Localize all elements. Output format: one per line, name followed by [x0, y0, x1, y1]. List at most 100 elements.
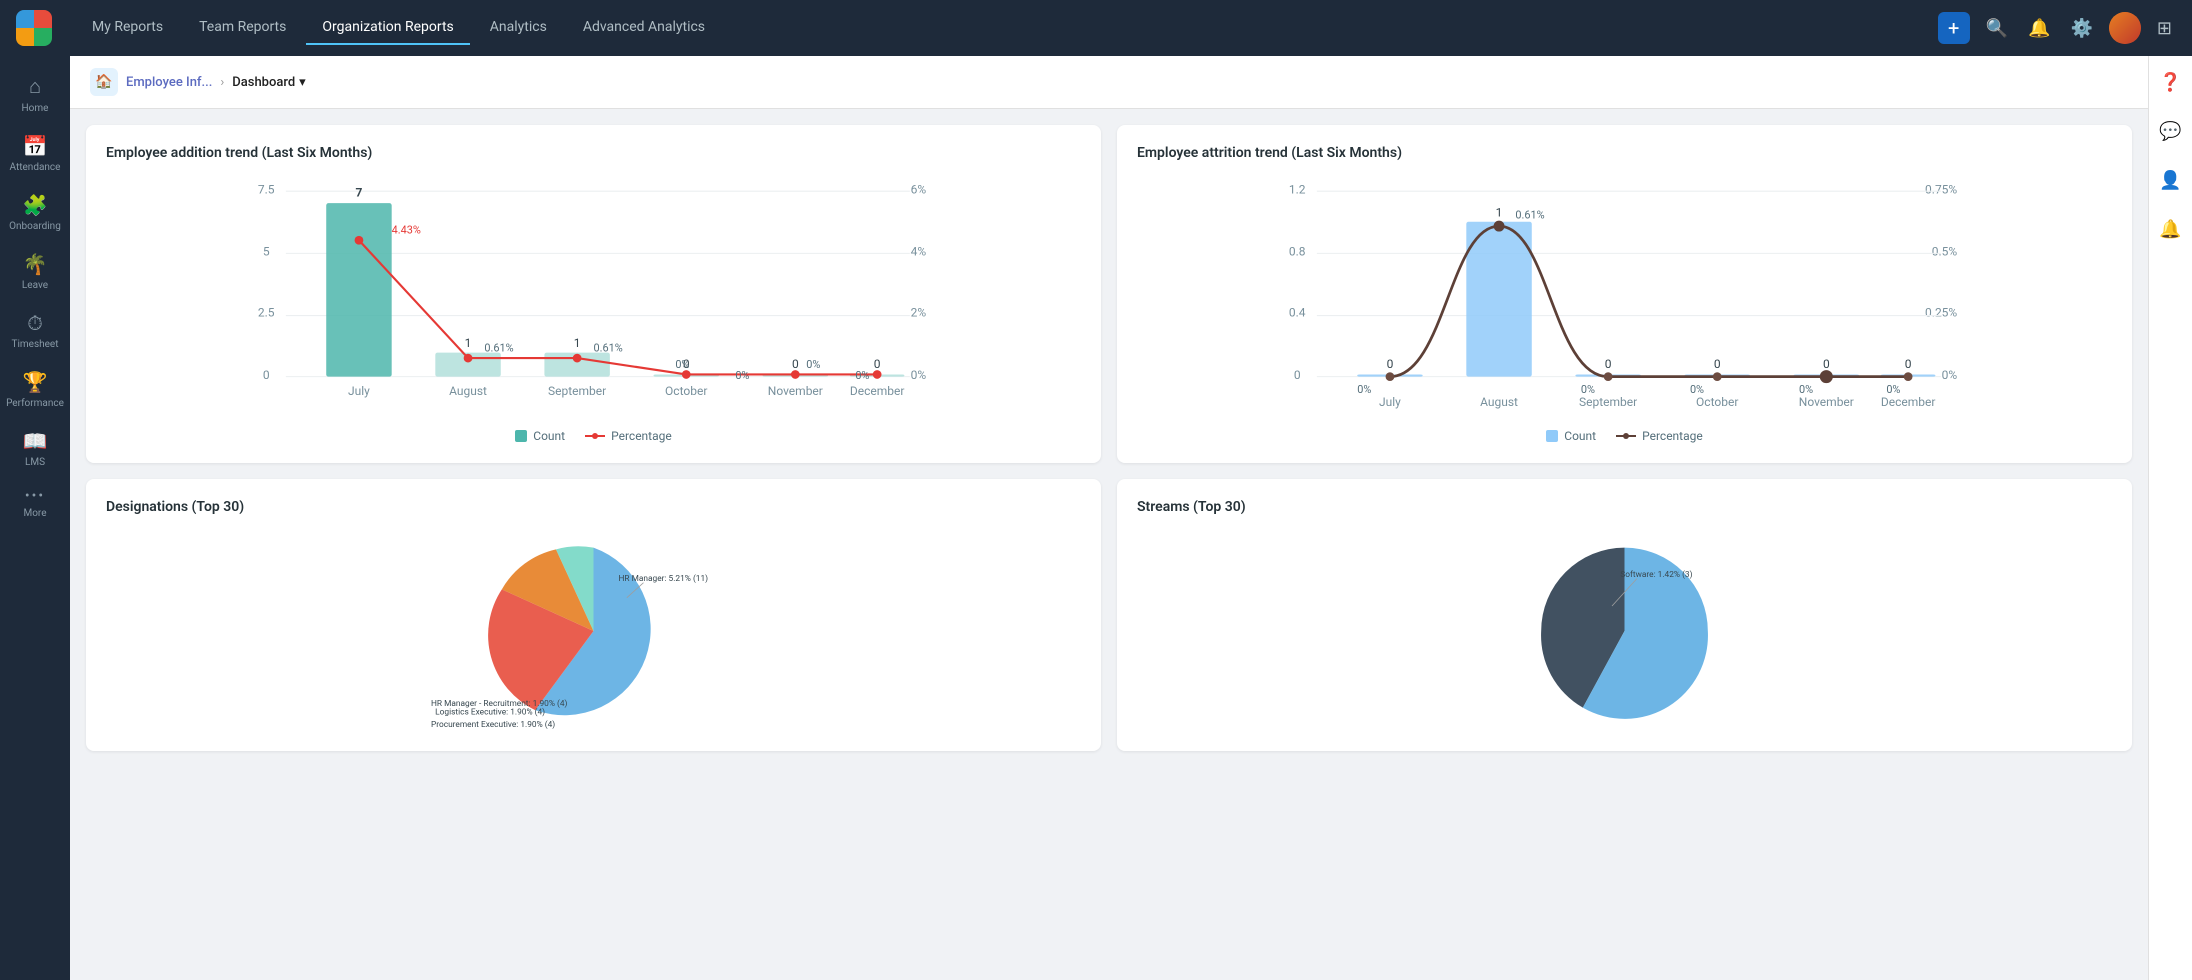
legend-count-dot — [515, 430, 527, 442]
app-logo[interactable] — [16, 10, 52, 46]
svg-text:HR Manager - Recruitment: 1.90: HR Manager - Recruitment: 1.90% (4) — [431, 698, 568, 709]
nav-org-reports[interactable]: Organization Reports — [306, 11, 469, 45]
breadcrumb-home[interactable]: 🏠 — [90, 68, 118, 96]
sidebar-label-performance: Performance — [6, 398, 64, 409]
sidebar-label-attendance: Attendance — [10, 162, 61, 173]
attrition-legend-count: Count — [1546, 429, 1596, 443]
sidebar-item-onboarding[interactable]: 🧩 Onboarding — [0, 183, 70, 242]
svg-text:0.61%: 0.61% — [1515, 208, 1544, 221]
svg-text:0.8: 0.8 — [1289, 245, 1306, 259]
avatar[interactable] — [2109, 12, 2141, 44]
grid-icon[interactable]: ⊞ — [2153, 14, 2176, 43]
top-nav: My Reports Team Reports Organization Rep… — [0, 0, 2192, 56]
svg-text:1: 1 — [1496, 205, 1503, 219]
sidebar-label-leave: Leave — [22, 280, 48, 291]
help-icon[interactable]: ❓ — [2155, 68, 2185, 97]
addition-trend-svg: 7.5 5 2.5 0 6% 4% 2% 0% — [106, 177, 1081, 417]
nav-links: My Reports Team Reports Organization Rep… — [76, 11, 1938, 45]
feedback-icon[interactable]: 💬 — [2155, 117, 2185, 146]
svg-text:1: 1 — [574, 336, 581, 350]
legend-count-label: Count — [533, 429, 565, 443]
svg-text:August: August — [1480, 395, 1518, 409]
right-sidebar: ❓ 💬 👤 🔔 — [2148, 56, 2192, 980]
svg-text:July: July — [348, 384, 370, 398]
nav-advanced-analytics[interactable]: Advanced Analytics — [567, 11, 721, 45]
svg-text:September: September — [548, 384, 606, 398]
legend-percentage-line-svg — [585, 430, 605, 442]
svg-text:0.75%: 0.75% — [1925, 182, 1957, 196]
svg-text:0: 0 — [1823, 357, 1830, 371]
attendance-icon: 📅 — [23, 134, 48, 158]
svg-text:2%: 2% — [911, 306, 927, 320]
sidebar-item-leave[interactable]: 🌴 Leave — [0, 242, 70, 301]
attrition-legend-count-label: Count — [1564, 429, 1596, 443]
timesheet-icon: ⏱ — [27, 311, 43, 335]
svg-text:August: August — [449, 384, 487, 398]
svg-text:0: 0 — [1714, 357, 1721, 371]
svg-text:0: 0 — [874, 357, 881, 371]
search-icon[interactable]: 🔍 — [1982, 14, 2012, 43]
breadcrumb: 🏠 Employee Inf... › Dashboard ▾ — [70, 56, 2148, 109]
breadcrumb-current[interactable]: Dashboard ▾ — [232, 75, 305, 90]
svg-text:September: September — [1579, 395, 1637, 409]
svg-text:2.5: 2.5 — [258, 306, 275, 320]
nav-analytics[interactable]: Analytics — [474, 11, 563, 45]
breadcrumb-separator: › — [220, 75, 224, 90]
svg-text:0%: 0% — [1886, 383, 1900, 396]
svg-text:4%: 4% — [911, 245, 927, 259]
sidebar-item-more[interactable]: ••• More — [0, 478, 70, 529]
breadcrumb-parent[interactable]: Employee Inf... — [126, 75, 212, 90]
settings-icon[interactable]: ⚙️ — [2066, 14, 2096, 43]
notifications-icon[interactable]: 🔔 — [2024, 14, 2054, 43]
sidebar-item-timesheet[interactable]: ⏱ Timesheet — [0, 301, 70, 360]
attrition-legend-count-dot — [1546, 430, 1558, 442]
alert-icon[interactable]: 🔔 — [2155, 215, 2185, 244]
user-check-icon[interactable]: 👤 — [2155, 166, 2185, 195]
sidebar-item-attendance[interactable]: 📅 Attendance — [0, 124, 70, 183]
attrition-trend-card: Employee attrition trend (Last Six Month… — [1117, 125, 2132, 463]
sidebar-item-performance[interactable]: 🏆 Performance — [0, 360, 70, 419]
breadcrumb-dropdown-icon: ▾ — [299, 75, 306, 90]
svg-text:0%: 0% — [1799, 383, 1813, 396]
svg-text:December: December — [850, 384, 905, 398]
addition-trend-chart: 7.5 5 2.5 0 6% 4% 2% 0% — [106, 177, 1081, 417]
svg-text:6%: 6% — [911, 182, 927, 196]
svg-text:November: November — [768, 384, 823, 398]
svg-text:0%: 0% — [1690, 383, 1704, 396]
svg-text:Software: 1.42% (3): Software: 1.42% (3) — [1620, 569, 1692, 580]
addition-trend-card: Employee addition trend (Last Six Months… — [86, 125, 1101, 463]
svg-text:5: 5 — [263, 245, 270, 259]
svg-text:0: 0 — [1294, 368, 1301, 382]
attrition-legend: Count Percentage — [1137, 429, 2112, 443]
sidebar-label-home: Home — [22, 103, 49, 114]
svg-text:0%: 0% — [855, 369, 869, 382]
svg-text:0.5%: 0.5% — [1932, 245, 1958, 259]
svg-text:0.4: 0.4 — [1289, 306, 1306, 320]
attrition-trend-title: Employee attrition trend (Last Six Month… — [1137, 145, 2112, 161]
svg-text:0%: 0% — [1581, 383, 1595, 396]
svg-text:July: July — [1379, 395, 1401, 409]
left-sidebar: ⌂ Home 📅 Attendance 🧩 Onboarding 🌴 Leave… — [0, 56, 70, 980]
legend-percentage-label: Percentage — [611, 429, 672, 443]
svg-text:November: November — [1799, 395, 1854, 409]
attrition-trend-svg: 1.2 0.8 0.4 0 0.75% 0.5% 0.25% 0% — [1137, 177, 2112, 417]
nav-actions: + 🔍 🔔 ⚙️ ⊞ — [1938, 12, 2176, 44]
svg-text:0%: 0% — [911, 368, 927, 382]
svg-text:HR Manager: 5.21% (11): HR Manager: 5.21% (11) — [619, 573, 709, 584]
nav-my-reports[interactable]: My Reports — [76, 11, 179, 45]
svg-text:7.5: 7.5 — [258, 182, 275, 196]
attrition-legend-percentage: Percentage — [1616, 429, 1703, 443]
nav-team-reports[interactable]: Team Reports — [183, 11, 302, 45]
home-icon: ⌂ — [29, 74, 41, 99]
streams-title: Streams (Top 30) — [1137, 499, 2112, 515]
sidebar-label-timesheet: Timesheet — [11, 339, 58, 350]
legend-count: Count — [515, 429, 565, 443]
add-button[interactable]: + — [1938, 12, 1970, 44]
svg-text:0%: 0% — [1357, 383, 1371, 396]
svg-text:0: 0 — [1605, 357, 1612, 371]
sidebar-item-home[interactable]: ⌂ Home — [0, 64, 70, 124]
sidebar-item-lms[interactable]: 📖 LMS — [0, 419, 70, 478]
svg-text:0%: 0% — [806, 358, 820, 371]
svg-text:0%: 0% — [735, 369, 749, 382]
svg-text:0: 0 — [1905, 357, 1912, 371]
